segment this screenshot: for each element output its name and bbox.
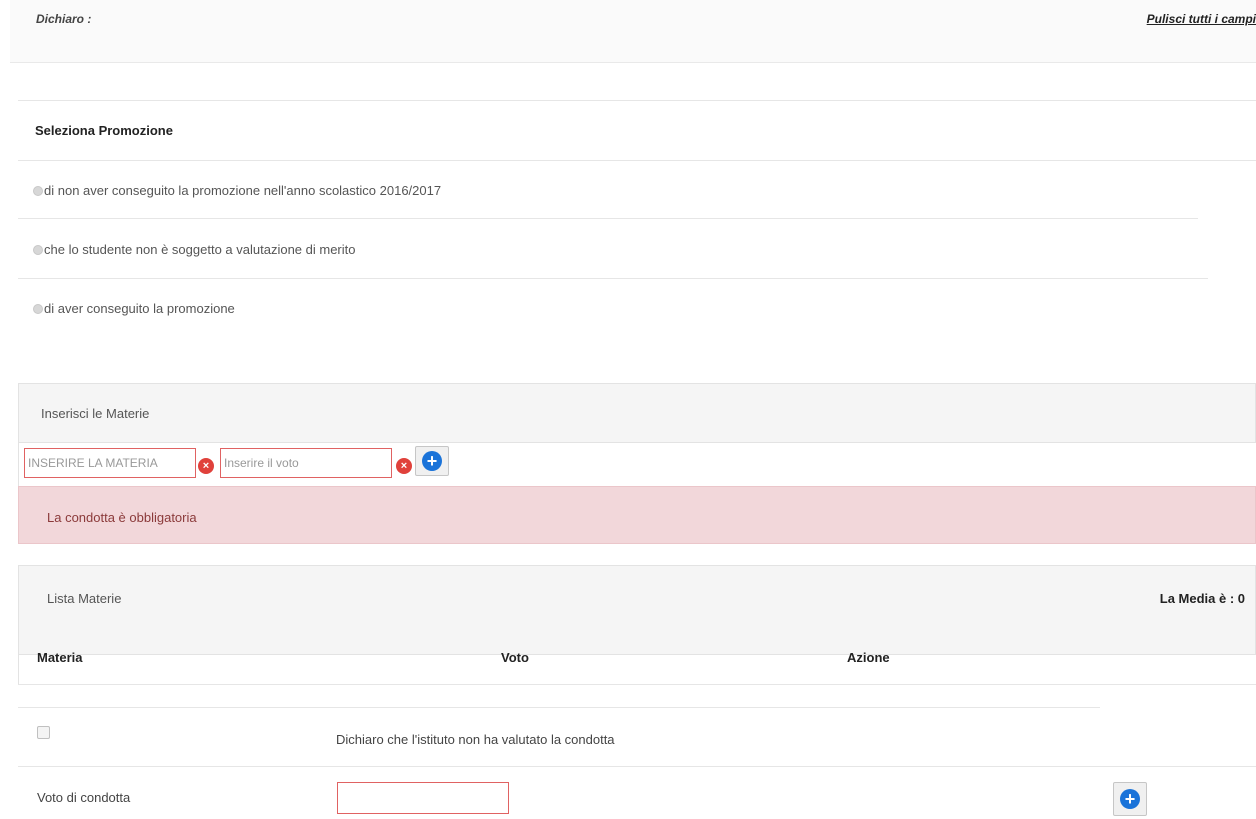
alert-message: La condotta è obbligatoria <box>47 510 197 525</box>
plus-circle-icon: + <box>1120 789 1140 809</box>
divider <box>18 100 1256 101</box>
radio-button[interactable] <box>33 185 43 196</box>
column-header-materia: Materia <box>37 650 83 665</box>
radio-option-promosso[interactable]: di aver conseguito la promozione <box>33 301 235 316</box>
media-label: La Media è : 0 <box>1159 591 1245 606</box>
radio-option-non-promosso[interactable]: di non aver conseguito la promozione nel… <box>33 183 441 198</box>
radio-button[interactable] <box>33 244 43 255</box>
radio-label: di aver conseguito la promozione <box>44 301 235 316</box>
materie-panel-title: Inserisci le Materie <box>41 406 150 421</box>
column-header-azione: Azione <box>847 650 890 665</box>
error-alert: La condotta è obbligatoria <box>18 486 1256 544</box>
form-page: Dichiaro : Pulisci tutti i campi Selezio… <box>0 0 1256 819</box>
voto-condotta-input[interactable] <box>337 782 509 814</box>
materie-panel-header: Inserisci le Materie <box>18 383 1256 443</box>
divider <box>18 160 1256 161</box>
header-bar: Dichiaro : Pulisci tutti i campi <box>10 0 1256 63</box>
dichiaro-label: Dichiaro : <box>36 12 92 26</box>
voto-input[interactable]: Inserire il voto <box>220 448 392 478</box>
add-condotta-button[interactable]: + <box>1113 782 1147 816</box>
divider <box>18 766 1256 767</box>
table-header: Materia Voto Azione <box>18 625 1256 685</box>
radio-button[interactable] <box>33 303 43 314</box>
radio-option-non-soggetto[interactable]: che lo studente non è soggetto a valutaz… <box>33 242 356 257</box>
materia-input[interactable]: INSERIRE LA MATERIA <box>24 448 196 478</box>
clear-all-fields-link[interactable]: Pulisci tutti i campi <box>1147 12 1256 26</box>
x-icon[interactable]: × <box>198 458 214 474</box>
condotta-not-evaluated-checkbox[interactable] <box>37 726 50 739</box>
lista-materie-title: Lista Materie <box>47 591 122 606</box>
x-icon[interactable]: × <box>396 458 412 474</box>
condotta-not-evaluated-label: Dichiaro che l'istituto non ha valutato … <box>336 732 615 747</box>
radio-label: di non aver conseguito la promozione nel… <box>44 183 442 198</box>
voto-condotta-label: Voto di condotta <box>37 790 131 805</box>
divider <box>18 707 1100 708</box>
materie-input-row: INSERIRE LA MATERIA × Inserire il voto ×… <box>18 442 1256 486</box>
divider <box>18 218 1198 219</box>
plus-circle-icon: + <box>422 451 442 471</box>
radio-label: che lo studente non è soggetto a valutaz… <box>44 242 356 257</box>
divider <box>18 278 1208 279</box>
column-header-voto: Voto <box>501 650 529 665</box>
add-materia-button[interactable]: + <box>415 446 449 476</box>
promozione-title: Seleziona Promozione <box>35 123 173 138</box>
